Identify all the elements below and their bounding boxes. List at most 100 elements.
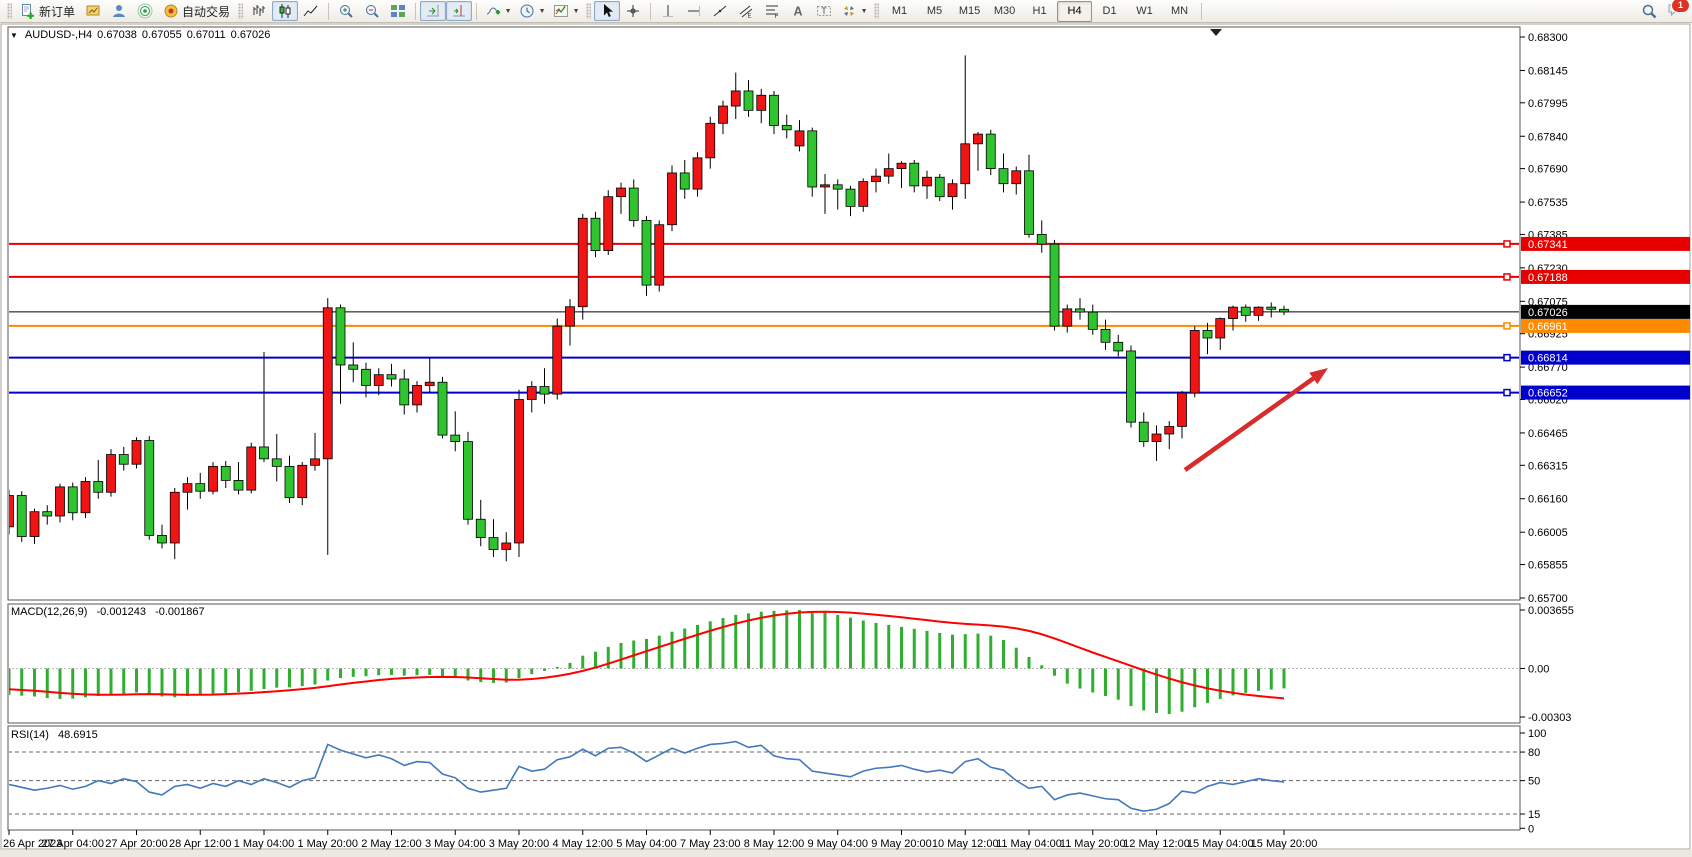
charts-button[interactable]	[80, 1, 106, 21]
timeframe-m15[interactable]: M15	[952, 1, 987, 22]
line-handle[interactable]	[1504, 274, 1510, 280]
candle-body	[897, 163, 906, 168]
timeframe-m1[interactable]: M1	[882, 1, 917, 22]
templates-icon	[553, 3, 569, 19]
candle-body	[1267, 307, 1276, 309]
timeframe-w1[interactable]: W1	[1127, 1, 1162, 22]
time-axis-label: 3 May 04:00	[425, 838, 486, 850]
candle-body	[451, 435, 460, 441]
vertical-line-button[interactable]	[655, 1, 681, 21]
charts-icon	[85, 3, 101, 19]
chat-unread-badge: 1	[1671, 0, 1690, 13]
candle-body	[1190, 330, 1199, 393]
candle-body	[655, 225, 664, 285]
svg-text:T: T	[821, 6, 827, 16]
candle-body	[285, 466, 294, 497]
chart-menu-icon[interactable]: ▼	[10, 31, 18, 40]
candle-body	[846, 189, 855, 206]
price-axis-label: 0.67995	[1528, 98, 1568, 110]
chat-button[interactable]: 1	[1662, 1, 1688, 21]
auto-scroll-button[interactable]	[420, 1, 446, 21]
main-plot-frame	[8, 27, 1520, 600]
line-chart-button[interactable]	[298, 1, 324, 21]
time-axis-label: 28 Apr 12:00	[169, 838, 231, 850]
price-axis-label: 0.65855	[1528, 560, 1568, 572]
text-button[interactable]: A	[785, 1, 811, 21]
candle-body	[553, 326, 562, 394]
hline-icon	[686, 3, 702, 19]
cursor-icon	[599, 3, 615, 19]
price-axis-label: 0.67690	[1528, 164, 1568, 176]
candle-body	[43, 512, 52, 516]
chart-title: ▼ AUDUSD-,H4 0.67038 0.67055 0.67011 0.6…	[10, 29, 270, 41]
timeframe-m5[interactable]: M5	[917, 1, 952, 22]
rsi-indicator-label: RSI(14) 48.6915	[11, 729, 98, 741]
candle-body	[132, 440, 141, 464]
chart-low-value: 0.67011	[187, 29, 226, 41]
fibonacci-button[interactable]: F	[759, 1, 785, 21]
dropdown-arrow-icon: ▼	[861, 8, 868, 15]
arrows-button[interactable]: ▼	[837, 1, 871, 21]
chart-shift-button[interactable]	[446, 1, 472, 21]
cursor-button[interactable]	[594, 1, 620, 21]
timeframe-h4[interactable]: H4	[1057, 1, 1092, 22]
candle-body	[872, 176, 881, 181]
timeframe-d1[interactable]: D1	[1092, 1, 1127, 22]
candle-body	[910, 163, 919, 186]
mt4-terminal: 新订单自动交易▼▼▼EFAT▼M1M5M15M30H1H4D1W1MN1 0.6…	[0, 0, 1692, 857]
macd-plot-frame	[8, 604, 1520, 723]
candle-body	[515, 399, 524, 542]
horizontal-line-button[interactable]	[681, 1, 707, 21]
vline-icon	[660, 3, 676, 19]
candle-body	[1101, 329, 1110, 342]
line-handle[interactable]	[1504, 390, 1510, 396]
candle-body	[999, 169, 1008, 184]
rsi-axis-label: 80	[1528, 747, 1540, 759]
price-axis-label: 0.67535	[1528, 197, 1568, 209]
signals-button[interactable]	[132, 1, 158, 21]
zoom-in-button[interactable]	[333, 1, 359, 21]
level-price-tag-text: 0.66652	[1528, 388, 1568, 400]
bar-chart-button[interactable]	[246, 1, 272, 21]
profile-button[interactable]	[106, 1, 132, 21]
candle-body	[884, 169, 893, 177]
crosshair-button[interactable]	[620, 1, 646, 21]
templates-button[interactable]: ▼	[549, 1, 583, 21]
line-handle[interactable]	[1504, 241, 1510, 247]
svg-text:E: E	[748, 14, 752, 20]
equidistant-channel-button[interactable]: E	[733, 1, 759, 21]
time-axis-label: 15 May 20:00	[1251, 838, 1318, 850]
candle-body	[1139, 422, 1148, 441]
candlestick-chart-button[interactable]	[272, 1, 298, 21]
timeframe-m30[interactable]: M30	[987, 1, 1022, 22]
new-order-button[interactable]: 新订单	[15, 0, 80, 22]
time-axis-label: 9 May 04:00	[807, 838, 868, 850]
dropdown-arrow-icon: ▼	[539, 8, 546, 15]
crosshair-icon	[625, 3, 641, 19]
indicators-button[interactable]: ▼	[481, 1, 515, 21]
candle-body	[1152, 434, 1161, 442]
trendline-button[interactable]	[707, 1, 733, 21]
toolbar-separator	[328, 3, 329, 20]
candle-body	[387, 375, 396, 379]
candle-body	[94, 481, 103, 492]
line-handle[interactable]	[1504, 355, 1510, 361]
autotrading-button[interactable]: 自动交易	[158, 0, 235, 22]
current-price-tag-text: 0.67026	[1528, 307, 1568, 319]
periods-button[interactable]: ▼	[515, 1, 549, 21]
text-label-button[interactable]: T	[811, 1, 837, 21]
autotrading-button-label: 自动交易	[182, 3, 230, 20]
toolbar-grip	[586, 3, 591, 19]
zoom-out-button[interactable]	[359, 1, 385, 21]
tile-windows-button[interactable]	[385, 1, 411, 21]
line-handle[interactable]	[1504, 323, 1510, 329]
search-button[interactable]	[1636, 1, 1662, 21]
candle-body	[808, 131, 817, 187]
candle-body	[107, 455, 116, 493]
timeframe-h1[interactable]: H1	[1022, 1, 1057, 22]
time-axis-label: 1 May 04:00	[234, 838, 295, 850]
timeframe-mn[interactable]: MN	[1162, 1, 1197, 22]
price-axis-label: 0.68145	[1528, 65, 1568, 77]
candle-body	[1114, 342, 1123, 351]
time-axis-label: 2 May 12:00	[361, 838, 422, 850]
